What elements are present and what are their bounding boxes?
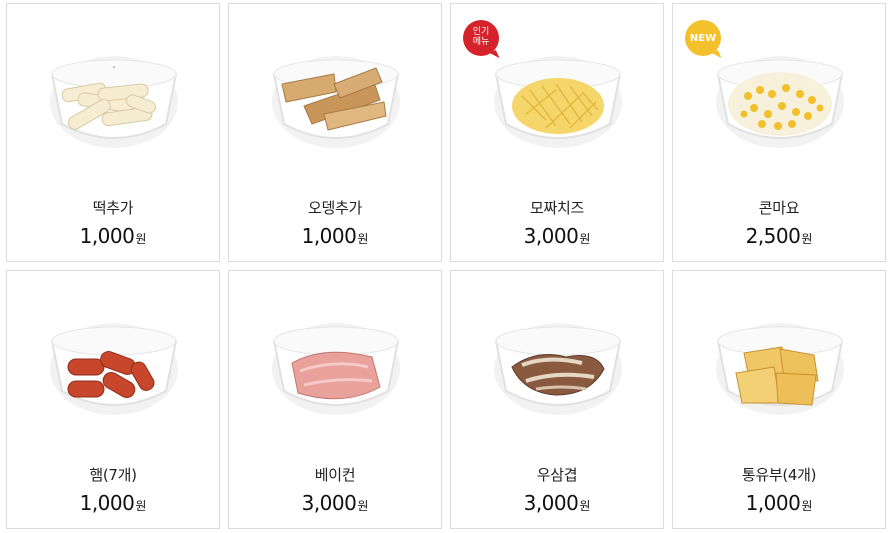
price-value: 3,000: [301, 491, 357, 515]
product-price: 1,000원: [7, 224, 219, 248]
price-unit: 원: [801, 499, 813, 513]
product-name: 통유부(4개): [741, 466, 817, 484]
product-name: 오뎅추가: [307, 199, 362, 217]
product-name: 콘마요: [758, 199, 800, 217]
product-price: 1,000원: [7, 491, 219, 515]
price-value: 1,000: [79, 491, 135, 515]
price-unit: 원: [579, 232, 591, 246]
sausage-dish-icon: [42, 311, 186, 421]
price-value: 1,000: [79, 224, 135, 248]
product-grid: • 떡추가 1,000원 오뎅추가 1,000원 인기 메뉴 모짜치즈 3,00…: [0, 0, 890, 533]
price-unit: 원: [579, 499, 591, 513]
product-name: 모짜치즈: [529, 199, 584, 217]
beef-brisket-dish-icon: [486, 311, 630, 421]
new-badge-label: NEW: [689, 32, 717, 44]
fishcake-dish-icon: [264, 44, 408, 154]
product-name: 베이컨: [314, 466, 356, 484]
product-card-mozzarella[interactable]: 인기 메뉴 모짜치즈 3,000원: [450, 3, 664, 262]
popular-badge-line1: 인기: [472, 27, 490, 38]
product-card-beef-brisket[interactable]: 우삼겹 3,000원: [450, 270, 664, 529]
product-card-fishcake[interactable]: 오뎅추가 1,000원: [228, 3, 442, 262]
price-value: 1,000: [301, 224, 357, 248]
price-unit: 원: [801, 232, 813, 246]
product-price: 1,000원: [229, 224, 441, 248]
product-card-corn-mayo[interactable]: NEW 콘마요 2,500원: [672, 3, 886, 262]
tteok-dish-icon: •: [42, 44, 186, 154]
product-price: 3,000원: [451, 491, 663, 515]
product-price: 1,000원: [673, 491, 885, 515]
price-unit: 원: [357, 232, 369, 246]
product-price: 2,500원: [673, 224, 885, 248]
price-value: 3,000: [523, 224, 579, 248]
corn-mayo-dish-icon: [708, 44, 852, 154]
product-card-ham[interactable]: 햄(7개) 1,000원: [6, 270, 220, 529]
price-value: 1,000: [745, 491, 801, 515]
product-card-fried-tofu[interactable]: 통유부(4개) 1,000원: [672, 270, 886, 529]
product-name: 우삼겹: [536, 466, 578, 484]
product-card-tteok[interactable]: • 떡추가 1,000원: [6, 3, 220, 262]
bacon-dish-icon: [264, 311, 408, 421]
fried-tofu-dish-icon: [708, 311, 852, 421]
price-value: 3,000: [523, 491, 579, 515]
price-unit: 원: [135, 232, 147, 246]
svg-text:•: •: [113, 65, 116, 71]
mozzarella-dish-icon: [486, 44, 630, 154]
price-value: 2,500: [745, 224, 801, 248]
product-card-bacon[interactable]: 베이컨 3,000원: [228, 270, 442, 529]
price-unit: 원: [135, 499, 147, 513]
product-name: 떡추가: [92, 199, 134, 217]
product-name: 햄(7개): [89, 466, 137, 484]
price-unit: 원: [357, 499, 369, 513]
product-price: 3,000원: [229, 491, 441, 515]
popular-badge-line2: 메뉴: [472, 37, 490, 47]
product-price: 3,000원: [451, 224, 663, 248]
